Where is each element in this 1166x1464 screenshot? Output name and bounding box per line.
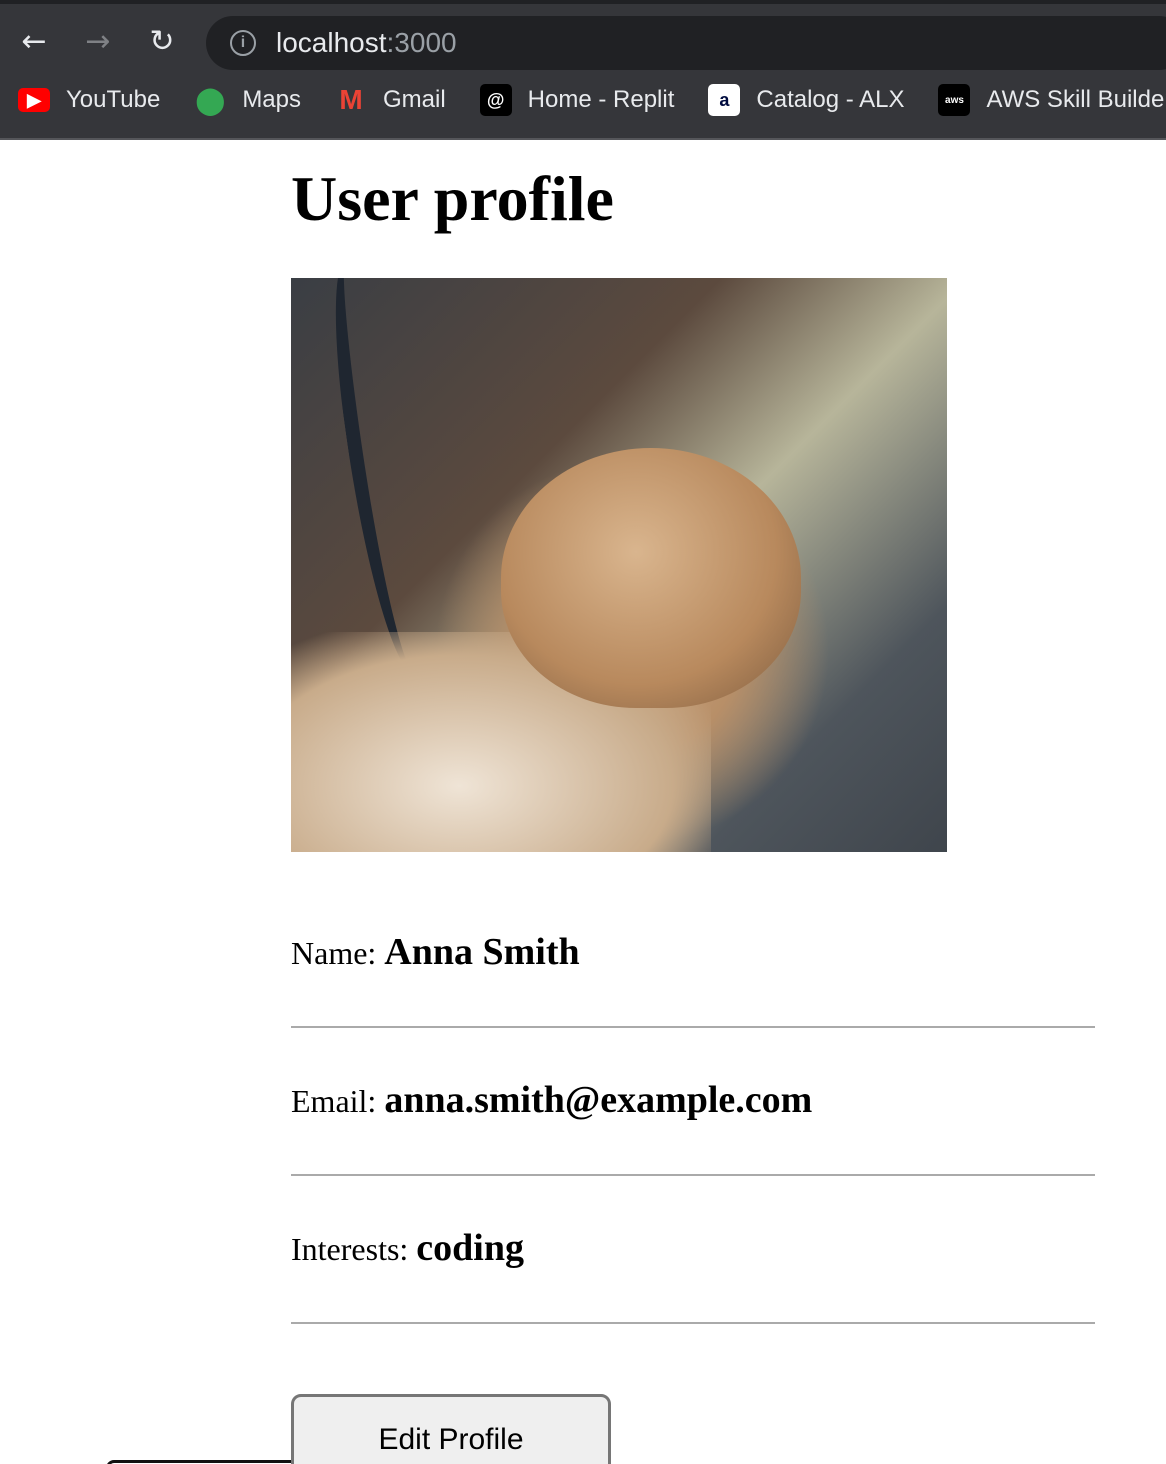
back-arrow-icon[interactable]: ← — [16, 24, 52, 60]
field-label: Name: — [291, 935, 377, 971]
field-value: coding — [416, 1227, 524, 1269]
field-value: Anna Smith — [384, 931, 580, 973]
youtube-icon: ▶ — [18, 88, 50, 112]
bookmark-label: Maps — [242, 86, 301, 113]
replit-icon: @ — [479, 84, 512, 116]
profile-content: User profile Name: Anna Smith Email: ann… — [291, 140, 1095, 1324]
field-label: Email: — [291, 1083, 377, 1119]
bookmark-label: Gmail — [383, 86, 446, 113]
dog-head-shape — [501, 448, 801, 708]
bookmark-youtube[interactable]: ▶ YouTube — [18, 86, 160, 114]
bookmark-aws[interactable]: aws AWS Skill Builder — [938, 84, 1166, 116]
maps-icon: ⬤ — [195, 84, 225, 115]
gmail-icon: M — [339, 84, 363, 115]
field-value: anna.smith@example.com — [384, 1079, 813, 1121]
browser-toolbar: ← → ↻ i localhost:3000 ▶ YouTube ⬤ Maps MG… — [0, 0, 1166, 140]
bookmark-label: Catalog - ALX — [756, 86, 905, 113]
email-field: Email: anna.smith@example.com — [291, 1028, 1095, 1176]
info-icon[interactable]: i — [230, 30, 256, 56]
bookmark-replit[interactable]: @ Home - Replit — [479, 84, 675, 116]
bookmark-label: AWS Skill Builder — [986, 86, 1166, 113]
bookmark-label: Home - Replit — [527, 86, 675, 113]
bookmark-label: YouTube — [66, 86, 161, 113]
alx-icon: a — [708, 84, 741, 116]
bookmark-alx[interactable]: a Catalog - ALX — [708, 84, 904, 116]
aws-icon: aws — [938, 84, 971, 116]
bookmarks-bar: ▶ YouTube ⬤ Maps M Gmail @ Home - Replit a Ca… — [18, 84, 1166, 116]
chair-shape — [322, 278, 440, 681]
bookmark-maps[interactable]: ⬤ Maps — [194, 84, 301, 116]
interests-field: Interests: coding — [291, 1176, 1095, 1324]
name-field: Name: Anna Smith — [291, 880, 1095, 1028]
field-label: Interests: — [291, 1231, 409, 1267]
reload-icon[interactable]: ↻ — [144, 24, 180, 60]
forward-arrow-icon[interactable]: → — [80, 24, 116, 60]
profile-photo — [291, 278, 947, 852]
bookmark-gmail[interactable]: M Gmail — [335, 84, 446, 116]
page-title: User profile — [291, 163, 614, 234]
floating-element — [106, 1460, 306, 1464]
address-bar[interactable]: i localhost:3000 — [206, 16, 1166, 70]
edit-profile-button[interactable]: Edit Profile — [291, 1394, 611, 1464]
url-host: localhost — [276, 27, 387, 58]
url-port: :3000 — [386, 27, 457, 58]
